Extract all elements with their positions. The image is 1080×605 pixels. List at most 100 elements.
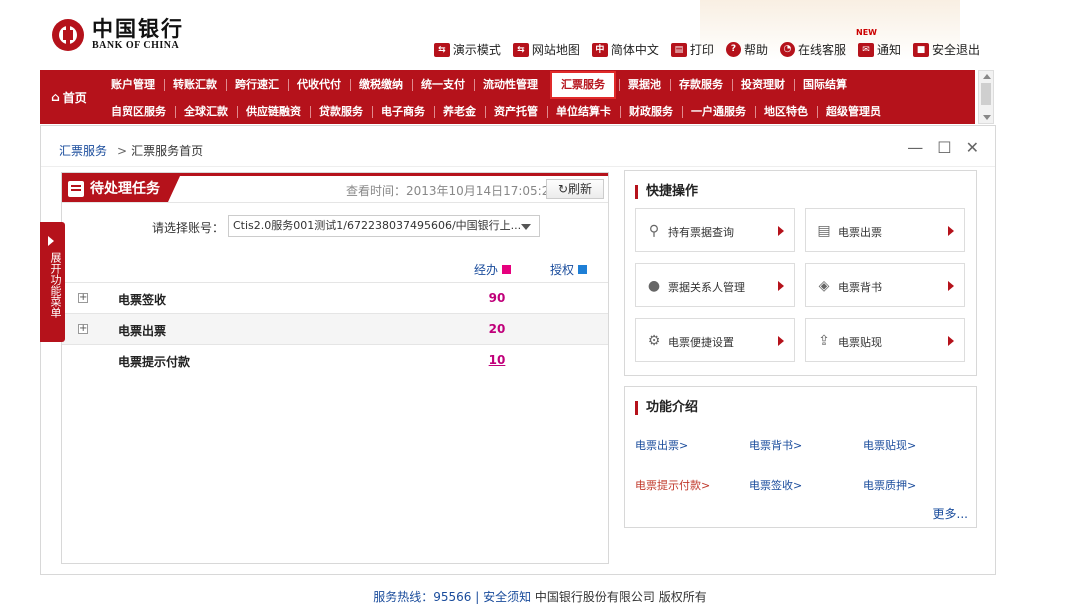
brand-en: BANK OF CHINA: [92, 40, 180, 51]
account-label: 请选择账号：: [152, 221, 225, 235]
toplink-print[interactable]: ▤ 打印: [670, 41, 714, 58]
nav-item[interactable]: 资产托管: [485, 102, 547, 122]
nav-item[interactable]: 投资理财: [732, 75, 794, 95]
nav-item[interactable]: 一户通服务: [682, 102, 755, 122]
breadcrumb-root[interactable]: 汇票服务: [59, 144, 107, 158]
nav-scrollbar[interactable]: [978, 70, 994, 124]
intro-link[interactable]: 电票出票>: [635, 437, 688, 453]
account-select[interactable]: Ctis2.0服务001测试1/672238037495606/中国银行上...: [228, 215, 540, 237]
nav-item[interactable]: 流动性管理: [474, 75, 547, 95]
scroll-up-icon[interactable]: [983, 74, 991, 79]
nav-item[interactable]: 跨行速汇: [226, 75, 288, 95]
print-icon: ▤: [670, 42, 687, 57]
footer: 服务热线：95566 | 安全须知 中国银行股份有限公司 版权所有: [0, 588, 1080, 605]
table-row[interactable]: 电票提示付款 10: [62, 345, 608, 376]
feature-intro-title: 功能介绍: [635, 401, 698, 415]
intro-link[interactable]: 电票背书>: [749, 437, 802, 453]
intro-link[interactable]: 电票签收>: [749, 477, 802, 493]
footer-links[interactable]: 服务热线：95566 | 安全须知: [373, 590, 531, 604]
nav-item[interactable]: 供应链融资: [237, 102, 310, 122]
home-icon: ⌂: [51, 90, 60, 104]
nav-item[interactable]: 单位结算卡: [547, 102, 620, 122]
chevron-right-icon: [48, 236, 54, 246]
nav-item[interactable]: 账户管理: [102, 75, 164, 95]
toplink-demo[interactable]: ⇆ 演示模式: [433, 41, 501, 58]
header: 中国银行 BANK OF CHINA NEW ⇆ 演示模式 ⇆ 网站地图 中简体中文…: [0, 0, 1080, 68]
pending-tasks-panel: 待处理任务 查看时间：2013年10月14日17:05:29 ↻刷新 请选择账号…: [61, 172, 609, 564]
sitemap-icon: ⇆: [512, 42, 529, 57]
maximize-icon[interactable]: ☐: [937, 138, 951, 157]
close-icon[interactable]: ✕: [966, 138, 979, 157]
task-name: 电票出票: [118, 324, 167, 338]
task-count[interactable]: 20: [462, 322, 532, 336]
scroll-thumb[interactable]: [981, 83, 991, 105]
quick-endorse[interactable]: ◈ 电票背书: [805, 263, 965, 307]
window-controls: — ☐ ✕: [907, 138, 979, 157]
table-row[interactable]: + 电票签收 90: [62, 283, 608, 314]
task-name: 电票签收: [118, 293, 167, 307]
quick-settings[interactable]: ⚙ 电票便捷设置: [635, 318, 795, 362]
expand-icon[interactable]: +: [78, 324, 88, 334]
legend-auth: 授权: [550, 261, 588, 278]
nav-item[interactable]: 票据池: [619, 75, 670, 95]
more-link[interactable]: 更多...: [933, 505, 968, 522]
intro-link[interactable]: 电票质押>: [863, 477, 916, 493]
chevron-right-icon: [948, 281, 954, 291]
nav-item[interactable]: 电子商务: [372, 102, 434, 122]
nav-item[interactable]: 超级管理员: [817, 102, 890, 122]
toplink-online-service[interactable]: ◔ 在线客服: [779, 41, 846, 58]
feature-intro-panel: 功能介绍 电票出票> 电票背书> 电票贴现> 电票提示付款> 电票签收> 电票质…: [624, 386, 977, 528]
help-icon: ?: [725, 42, 741, 57]
expand-menu-tab[interactable]: 展开功能菜单: [40, 222, 65, 342]
toplink-logout[interactable]: ■ 安全退出: [912, 41, 980, 58]
nav-item[interactable]: 转账汇款: [164, 75, 226, 95]
boc-logo-icon: [52, 18, 84, 51]
nav-item[interactable]: 存款服务: [670, 75, 732, 95]
intro-link[interactable]: 电票贴现>: [863, 437, 916, 453]
quick-held-bill-query[interactable]: ⚲ 持有票据查询: [635, 208, 795, 252]
refresh-button[interactable]: ↻刷新: [546, 179, 604, 199]
task-count[interactable]: 90: [462, 291, 532, 305]
content-frame: 汇票服务 > 汇票服务首页 — ☐ ✕ 待处理任务 查看时间：2013年10月14日…: [40, 125, 996, 575]
nav-row-1: 账户管理 转账汇款 跨行速汇 代收代付 缴税缴纳 统一支付 流动性管理 汇票服务…: [102, 71, 856, 99]
toplink-help[interactable]: ? 帮助: [725, 41, 768, 58]
footer-copyright: 中国银行股份有限公司 版权所有: [534, 590, 707, 604]
toplink-notice[interactable]: ✉ 通知: [857, 41, 901, 58]
nav-item[interactable]: 缴税缴纳: [350, 75, 412, 95]
expand-icon[interactable]: +: [78, 293, 88, 303]
nav-home[interactable]: ⌂ 首页: [40, 70, 98, 124]
document-icon: ▤: [817, 223, 831, 239]
quick-discount[interactable]: ⇪ 电票贴现: [805, 318, 965, 362]
nav-item[interactable]: 自贸区服务: [102, 102, 175, 122]
auth-color-swatch: [578, 265, 588, 274]
nav-item[interactable]: 贷款服务: [310, 102, 372, 122]
lock-icon: ■: [912, 42, 929, 57]
toplink-language[interactable]: 中简体中文: [591, 41, 659, 58]
chevron-right-icon: [948, 336, 954, 346]
toplink-sitemap[interactable]: ⇆ 网站地图: [512, 41, 580, 58]
scroll-down-icon[interactable]: [983, 115, 991, 120]
query-time: 查看时间：2013年10月14日17:05:29: [346, 184, 557, 198]
table-row[interactable]: + 电票出票 20: [62, 314, 608, 345]
nav-item[interactable]: 财政服务: [620, 102, 682, 122]
handle-color-swatch: [502, 265, 512, 274]
breadcrumb: 汇票服务 > 汇票服务首页: [59, 142, 203, 159]
intro-link[interactable]: 电票提示付款>: [635, 477, 710, 493]
task-count[interactable]: 10: [462, 353, 532, 367]
nav-item[interactable]: 地区特色: [755, 102, 817, 122]
quick-party-management[interactable]: ● 票据关系人管理: [635, 263, 795, 307]
quick-issue-bill[interactable]: ▤ 电票出票: [805, 208, 965, 252]
nav-item[interactable]: 代收代付: [288, 75, 350, 95]
nav-item[interactable]: 国际结算: [794, 75, 856, 95]
main-nav: ⌂ 首页 账户管理 转账汇款 跨行速汇 代收代付 缴税缴纳 统一支付 流动性管理 …: [40, 70, 975, 124]
minimize-icon[interactable]: —: [907, 138, 923, 157]
language-icon: 中: [591, 42, 608, 57]
chevron-right-icon: [778, 281, 784, 291]
nav-item[interactable]: 养老金: [434, 102, 485, 122]
nav-item[interactable]: 全球汇款: [175, 102, 237, 122]
quick-actions-title: 快捷操作: [635, 185, 698, 199]
bank-logo[interactable]: 中国银行 BANK OF CHINA: [52, 18, 184, 51]
person-icon: ●: [647, 278, 661, 294]
nav-item[interactable]: 统一支付: [412, 75, 474, 95]
nav-item-active[interactable]: 汇票服务: [550, 71, 616, 99]
